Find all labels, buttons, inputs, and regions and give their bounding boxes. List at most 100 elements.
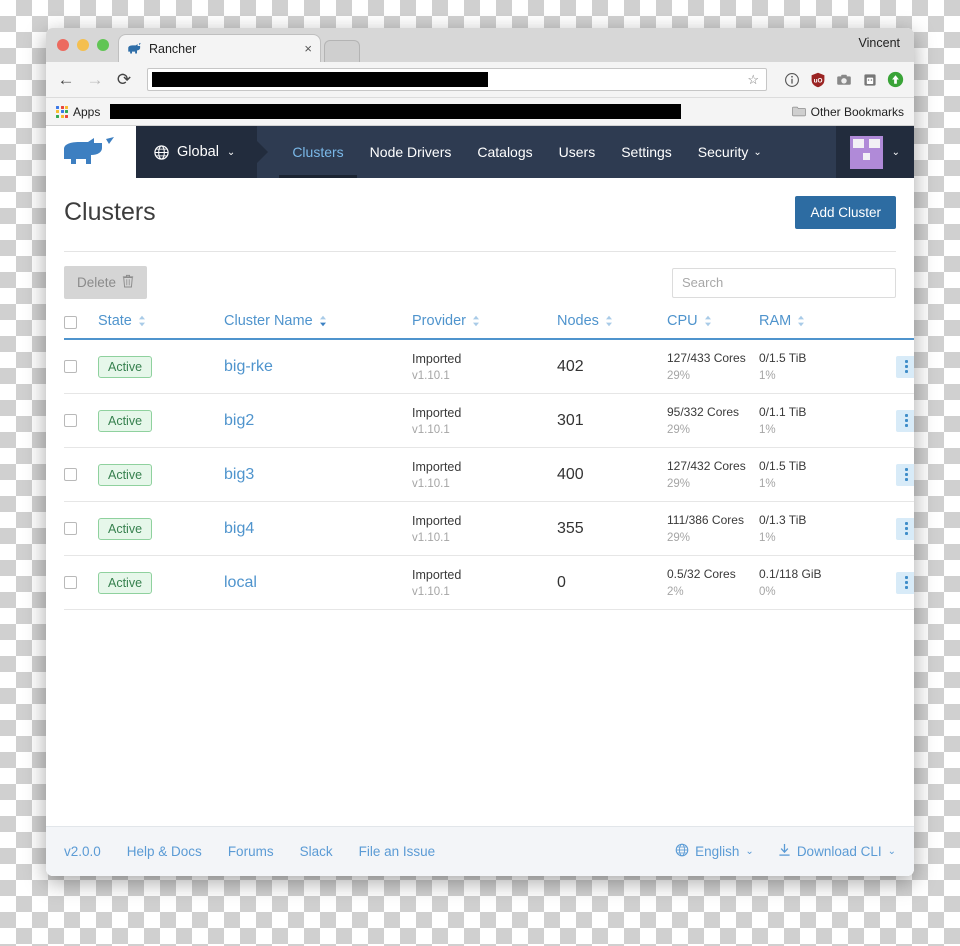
- bookmark-redacted[interactable]: [110, 104, 682, 119]
- row-actions-cell: [856, 393, 914, 448]
- download-cli-button[interactable]: Download CLI ⌄: [778, 843, 896, 860]
- address-bar[interactable]: ☆: [147, 68, 767, 91]
- other-bookmarks-button[interactable]: Other Bookmarks: [791, 104, 904, 119]
- footer-forums[interactable]: Forums: [228, 844, 274, 859]
- browser-tab-rancher[interactable]: Rancher ×: [118, 34, 321, 62]
- other-bookmarks-label: Other Bookmarks: [810, 104, 904, 119]
- nav-item-label: Users: [558, 144, 596, 160]
- forward-icon[interactable]: →: [85, 70, 105, 90]
- row-actions-menu-button[interactable]: [896, 463, 914, 486]
- sort-cpu[interactable]: CPU: [667, 313, 759, 329]
- footer-version[interactable]: v2.0.0: [64, 844, 101, 859]
- cluster-name-link[interactable]: big4: [224, 520, 254, 537]
- sort-ram[interactable]: RAM: [759, 313, 856, 329]
- nav-item-label: Node Drivers: [369, 144, 452, 160]
- row-checkbox[interactable]: [64, 414, 77, 427]
- cluster-name-link[interactable]: local: [224, 574, 257, 591]
- row-nodes-cell: 0: [557, 555, 667, 610]
- app-header: Global ⌄ Clusters Node Drivers Catalogs …: [46, 126, 914, 178]
- row-checkbox[interactable]: [64, 576, 77, 589]
- ram-value: 0/1.3 TiB: [759, 513, 807, 527]
- apps-shortcut[interactable]: Apps: [56, 105, 100, 119]
- row-select-cell: [64, 555, 98, 610]
- sort-provider[interactable]: Provider: [412, 313, 557, 329]
- nav-item-clusters[interactable]: Clusters: [279, 126, 358, 178]
- bookmark-star-icon[interactable]: ☆: [747, 72, 762, 88]
- row-select-cell: [64, 339, 98, 394]
- column-provider: Provider: [412, 309, 557, 340]
- ublock-shield-icon[interactable]: uO: [809, 71, 826, 88]
- column-nodes: Nodes: [557, 309, 667, 340]
- chevron-down-icon: ⌄: [226, 146, 236, 158]
- row-state-cell: Active: [98, 447, 224, 502]
- table-row[interactable]: Active local Imported v1.10.1 0 0.5/32 C…: [64, 555, 914, 610]
- row-checkbox[interactable]: [64, 522, 77, 535]
- cluster-name-link[interactable]: big3: [224, 466, 254, 483]
- row-name-cell: big2: [224, 393, 412, 448]
- back-icon[interactable]: ←: [56, 70, 76, 90]
- nav-item-security[interactable]: Security ⌄: [685, 126, 775, 178]
- search-input[interactable]: [672, 267, 896, 298]
- row-actions-menu-button[interactable]: [896, 571, 914, 594]
- row-ram-cell: 0.1/118 GiB 0%: [759, 555, 856, 610]
- row-actions-menu-button[interactable]: [896, 355, 914, 378]
- delete-button[interactable]: Delete: [64, 266, 148, 299]
- row-actions-menu-button[interactable]: [896, 409, 914, 432]
- row-actions-menu-button[interactable]: [896, 517, 914, 540]
- select-all-checkbox[interactable]: [64, 316, 77, 329]
- table-row[interactable]: Active big-rke Imported v1.10.1 402 127/…: [64, 339, 914, 394]
- info-icon[interactable]: [783, 71, 800, 88]
- nav-item-settings[interactable]: Settings: [608, 126, 685, 178]
- provider-version: v1.10.1: [412, 531, 450, 544]
- footer-file-an-issue[interactable]: File an Issue: [359, 844, 436, 859]
- cluster-name-link[interactable]: big2: [224, 412, 254, 429]
- scope-selector-global[interactable]: Global ⌄: [136, 126, 258, 178]
- rancher-cow-icon: [127, 41, 142, 56]
- nodes-count: 355: [557, 519, 584, 537]
- nav-item-catalogs[interactable]: Catalogs: [464, 126, 545, 178]
- table-row[interactable]: Active big2 Imported v1.10.1 301 95/332 …: [64, 393, 914, 448]
- close-window-button[interactable]: [57, 39, 69, 51]
- row-state-cell: Active: [98, 339, 224, 394]
- browser-window: Rancher × Vincent ← → ⟳ ☆ uO Apps Other …: [46, 28, 914, 876]
- status-badge: Active: [98, 355, 153, 378]
- trash-icon: [122, 274, 134, 291]
- minimize-window-button[interactable]: [77, 39, 89, 51]
- table-row[interactable]: Active big4 Imported v1.10.1 355 111/386…: [64, 501, 914, 556]
- table-row[interactable]: Active big3 Imported v1.10.1 400 127/432…: [64, 447, 914, 502]
- browser-tab-inactive[interactable]: [324, 40, 360, 62]
- nav-item-node-drivers[interactable]: Node Drivers: [357, 126, 465, 178]
- provider-name: Imported: [412, 405, 462, 420]
- upload-arrow-icon[interactable]: [887, 71, 904, 88]
- user-menu[interactable]: ⌄: [835, 126, 914, 178]
- maximize-window-button[interactable]: [97, 39, 109, 51]
- page-header: Clusters Add Cluster: [64, 178, 896, 251]
- bookmarks-bar: Apps Other Bookmarks: [46, 98, 914, 126]
- footer-help-docs[interactable]: Help & Docs: [127, 844, 202, 859]
- nav-item-users[interactable]: Users: [546, 126, 609, 178]
- column-cluster-name: Cluster Name: [224, 309, 412, 340]
- provider-version: v1.10.1: [412, 585, 450, 598]
- cpu-value: 95/332 Cores: [667, 405, 740, 419]
- row-checkbox[interactable]: [64, 360, 77, 373]
- footer-slack[interactable]: Slack: [300, 844, 333, 859]
- sort-state[interactable]: State: [98, 313, 224, 329]
- apps-label: Apps: [73, 104, 101, 119]
- add-cluster-button[interactable]: Add Cluster: [795, 196, 896, 229]
- sort-nodes[interactable]: Nodes: [557, 313, 667, 329]
- pocket-icon[interactable]: [861, 71, 878, 88]
- browser-profile-name[interactable]: Vincent: [859, 36, 900, 50]
- row-cpu-cell: 95/332 Cores 29%: [667, 393, 759, 448]
- camera-icon[interactable]: [835, 71, 852, 88]
- ram-percent: 1%: [759, 532, 776, 544]
- reload-icon[interactable]: ⟳: [114, 70, 134, 90]
- cluster-name-link[interactable]: big-rke: [224, 358, 273, 375]
- table-head: State Cluster Name Provider Nodes CPU RA…: [64, 309, 914, 340]
- rancher-logo[interactable]: [62, 137, 124, 167]
- language-selector[interactable]: English ⌄: [675, 843, 754, 860]
- sort-cluster-name[interactable]: Cluster Name: [224, 313, 412, 329]
- row-checkbox[interactable]: [64, 468, 77, 481]
- close-icon[interactable]: ×: [304, 42, 312, 55]
- ram-percent: 1%: [759, 424, 776, 436]
